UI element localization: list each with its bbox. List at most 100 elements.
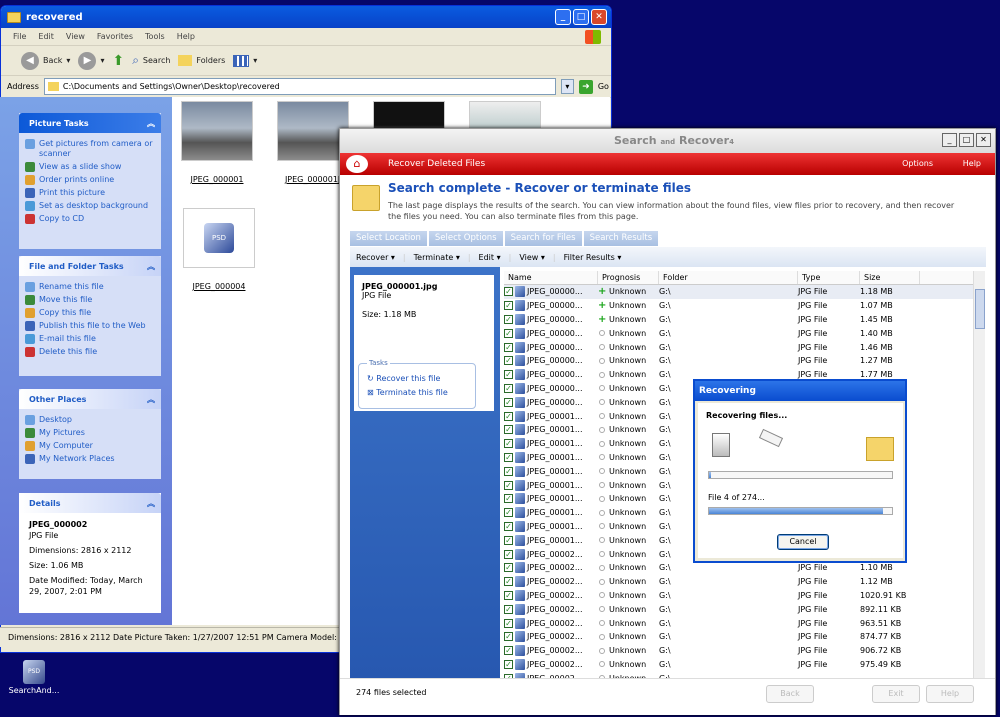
task-link[interactable]: Delete this file xyxy=(25,347,155,357)
table-row[interactable]: ✓ JPEG_00002... Unknown G:\ JPG File 906.72 K… xyxy=(504,644,976,658)
menu-filter-results[interactable]: Filter Results ▾ xyxy=(564,253,622,262)
menu-item-tools[interactable]: Tools xyxy=(145,32,165,41)
task-link[interactable]: Desktop xyxy=(25,415,155,425)
row-checkbox[interactable]: ✓ xyxy=(504,287,513,297)
go-button[interactable]: Go xyxy=(598,82,609,91)
cancel-button[interactable]: Cancel xyxy=(777,534,829,550)
table-row[interactable]: ✓ JPEG_00002... Unknown G:\ JPG File 1.12 MB xyxy=(504,575,976,589)
views-button[interactable]: ▾ xyxy=(233,54,257,67)
column-header-folder[interactable]: Folder xyxy=(659,271,798,284)
column-header-size[interactable]: Size xyxy=(860,271,920,284)
row-checkbox[interactable]: ✓ xyxy=(504,535,513,545)
vertical-scrollbar[interactable] xyxy=(973,271,985,678)
tab-search-results[interactable]: Search Results xyxy=(583,231,659,246)
terminate-file-link[interactable]: ⊠ Terminate this file xyxy=(367,388,475,397)
row-checkbox[interactable]: ✓ xyxy=(504,356,513,366)
row-checkbox[interactable]: ✓ xyxy=(504,328,513,338)
close-button[interactable]: ✕ xyxy=(591,9,607,25)
row-checkbox[interactable]: ✓ xyxy=(504,590,513,600)
row-checkbox[interactable]: ✓ xyxy=(504,301,513,311)
menu-recover[interactable]: Recover ▾ xyxy=(356,253,395,262)
thumbnail-item[interactable]: JPEG_000001 xyxy=(178,101,256,184)
row-checkbox[interactable]: ✓ xyxy=(504,480,513,490)
row-checkbox[interactable]: ✓ xyxy=(504,466,513,476)
up-folder-button[interactable]: ⬆ xyxy=(112,53,124,69)
row-checkbox[interactable]: ✓ xyxy=(504,411,513,421)
panel-header[interactable]: Other Places ︽ xyxy=(19,389,161,409)
task-link[interactable]: Print this picture xyxy=(25,188,155,198)
maximize-button[interactable]: □ xyxy=(573,9,589,25)
panel-header[interactable]: File and Folder Tasks ︽ xyxy=(19,256,161,276)
menu-item-file[interactable]: File xyxy=(13,32,26,41)
back-button[interactable]: ◀ Back ▾ xyxy=(21,51,70,70)
row-checkbox[interactable]: ✓ xyxy=(504,370,513,380)
table-row[interactable]: ✓ JPEG_00002... Unknown G:\ JPG File 874.77 K… xyxy=(504,630,976,644)
task-link[interactable]: Rename this file xyxy=(25,282,155,292)
row-checkbox[interactable]: ✓ xyxy=(504,659,513,669)
task-link[interactable]: Set as desktop background xyxy=(25,201,155,211)
table-row[interactable]: ✓ JPEG_00000... Unknown G:\ JPG File 1.40 MB xyxy=(504,326,976,340)
table-row[interactable]: ✓ JPEG_00000... Unknown G:\ JPG File 1.27 MB xyxy=(504,354,976,368)
panel-header[interactable]: Details ︽ xyxy=(19,493,161,513)
row-checkbox[interactable]: ✓ xyxy=(504,508,513,518)
task-link[interactable]: My Pictures xyxy=(25,428,155,438)
row-checkbox[interactable]: ✓ xyxy=(504,549,513,559)
tab-select-location[interactable]: Select Location xyxy=(350,231,427,246)
thumbnail-item[interactable]: PSD JPEG_000004 xyxy=(180,208,258,291)
options-link[interactable]: Options xyxy=(902,159,933,168)
forward-button[interactable]: ▶ ▾ xyxy=(78,51,104,70)
back-button[interactable]: Back xyxy=(766,685,814,703)
table-row[interactable]: ✓ JPEG_00000... + Unknown G:\ JPG File 1.18 MB xyxy=(504,285,976,299)
column-header-prognosis[interactable]: Prognosis xyxy=(598,271,659,284)
help-button[interactable]: Help xyxy=(926,685,974,703)
task-link[interactable]: E-mail this file xyxy=(25,334,155,344)
table-row[interactable]: ✓ JPEG_00000... + Unknown G:\ JPG File 1.07 MB xyxy=(504,299,976,313)
column-header-name[interactable]: Name xyxy=(504,271,598,284)
task-link[interactable]: Move this file xyxy=(25,295,155,305)
help-link[interactable]: Help xyxy=(963,159,981,168)
task-link[interactable]: Publish this file to the Web xyxy=(25,321,155,331)
dropdown-arrow-icon[interactable]: ▾ xyxy=(100,56,104,65)
menu-item-favorites[interactable]: Favorites xyxy=(97,32,133,41)
recover-file-link[interactable]: ↻ Recover this file xyxy=(367,374,475,383)
table-row[interactable]: ✓ JPEG_00002... Unknown G:\ JPG File 1020.91 … xyxy=(504,589,976,603)
table-row[interactable]: ✓ JPEG_00000... Unknown G:\ JPG File 1.46 MB xyxy=(504,340,976,354)
row-checkbox[interactable]: ✓ xyxy=(504,577,513,587)
task-link[interactable]: My Computer xyxy=(25,441,155,451)
column-header-type[interactable]: Type xyxy=(798,271,860,284)
sr-titlebar[interactable]: Search and Recover4 _ □ ✕ xyxy=(340,129,995,153)
row-checkbox[interactable]: ✓ xyxy=(504,439,513,449)
row-checkbox[interactable]: ✓ xyxy=(504,646,513,656)
row-checkbox[interactable]: ✓ xyxy=(504,397,513,407)
table-row[interactable]: ✓ JPEG_00002... Unknown G:\ JPG File 963.51 K… xyxy=(504,616,976,630)
task-link[interactable]: My Network Places xyxy=(25,454,155,464)
task-link[interactable]: Order prints online xyxy=(25,175,155,185)
desktop-shortcut[interactable]: PSD SearchAnd... xyxy=(4,660,64,695)
row-checkbox[interactable]: ✓ xyxy=(504,452,513,462)
row-checkbox[interactable]: ✓ xyxy=(504,521,513,531)
row-checkbox[interactable]: ✓ xyxy=(504,383,513,393)
task-link[interactable]: Copy to CD xyxy=(25,214,155,224)
tab-search-for-files[interactable]: Search for Files xyxy=(504,231,582,246)
task-link[interactable]: View as a slide show xyxy=(25,162,155,172)
collapse-chevron-icon[interactable]: ︽ xyxy=(147,118,155,129)
row-checkbox[interactable]: ✓ xyxy=(504,314,513,324)
row-checkbox[interactable]: ✓ xyxy=(504,632,513,642)
task-link[interactable]: Get pictures from camera or scanner xyxy=(25,139,155,159)
search-button[interactable]: ⌕ Search xyxy=(132,53,170,68)
menu-edit[interactable]: Edit ▾ xyxy=(479,253,501,262)
row-checkbox[interactable]: ✓ xyxy=(504,425,513,435)
table-row[interactable]: ✓ JPEG_00002... Unknown G:\ JPG File 892.11 K… xyxy=(504,602,976,616)
panel-header[interactable]: Picture Tasks ︽ xyxy=(19,113,161,133)
address-input[interactable]: C:\Documents and Settings\Owner\Desktop\… xyxy=(43,78,556,95)
table-row[interactable]: ✓ JPEG_00000... + Unknown G:\ JPG File 1.45 MB xyxy=(504,313,976,327)
menu-terminate[interactable]: Terminate ▾ xyxy=(414,253,460,262)
maximize-button[interactable]: □ xyxy=(959,133,974,147)
dialog-title[interactable]: Recovering xyxy=(695,381,905,401)
address-dropdown[interactable]: ▾ xyxy=(560,79,574,94)
home-icon[interactable]: ⌂ xyxy=(346,155,368,173)
go-icon[interactable]: ➜ xyxy=(578,79,593,94)
menu-item-help[interactable]: Help xyxy=(177,32,195,41)
table-row[interactable]: ✓ JPEG_00002... Unknown G:\ JPG File 975.49 K… xyxy=(504,658,976,672)
exit-button[interactable]: Exit xyxy=(872,685,920,703)
